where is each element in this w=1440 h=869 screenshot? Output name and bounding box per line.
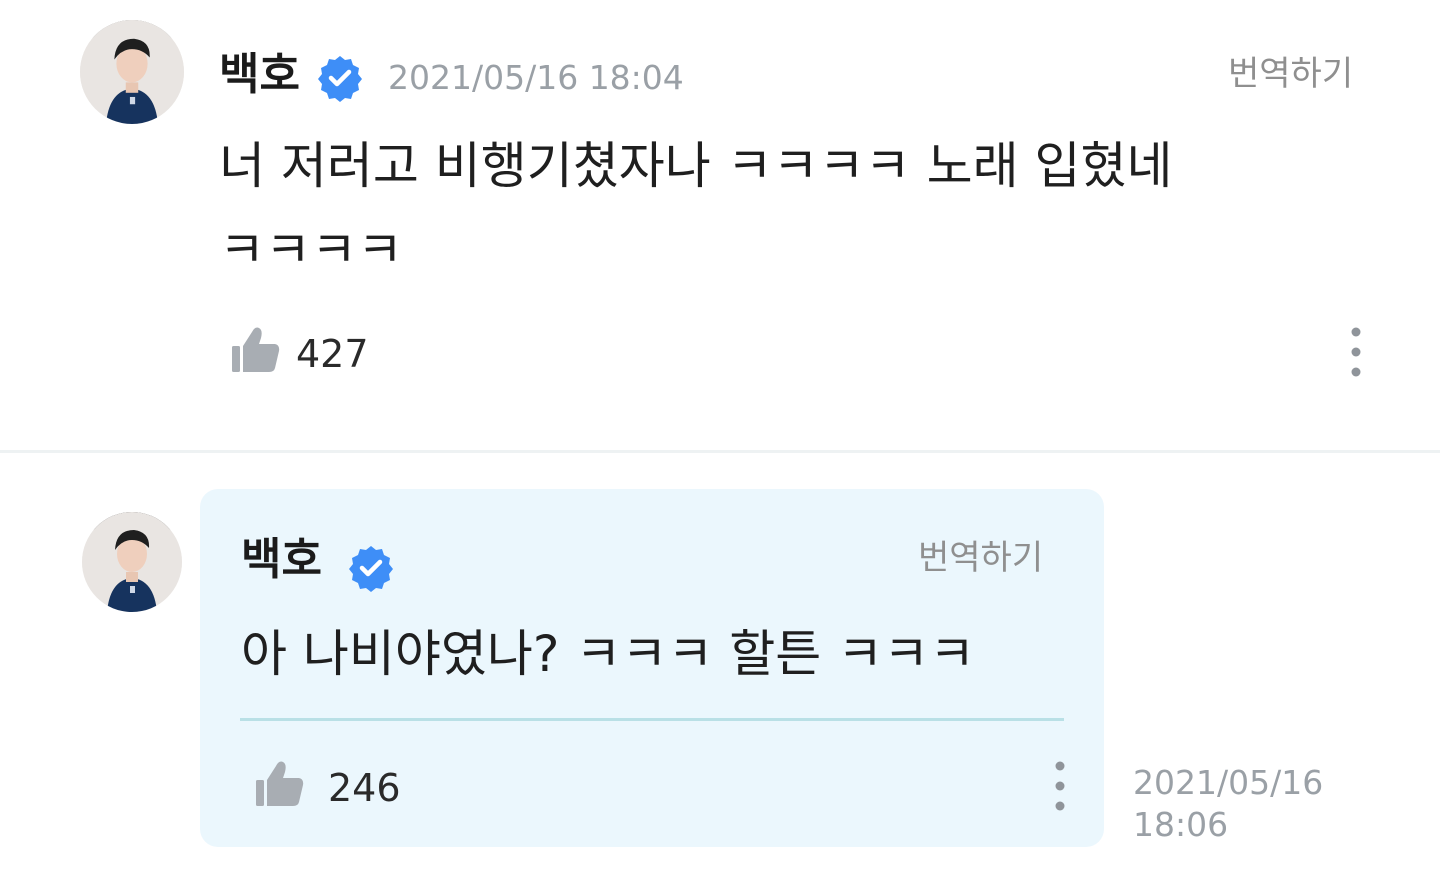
comment: 백호 2021/05/16 18:04 번역하기 너 저러고 비행기쳤자나 ㅋㅋ… [0,0,1440,452]
verified-check-icon [349,546,393,592]
comment-text-line: 너 저러고 비행기쳤자나 ㅋㅋㅋㅋ 노래 입혔네 [219,137,1173,195]
author-name[interactable]: 백호 [241,533,322,587]
avatar[interactable] [80,20,184,124]
comment-thread: 백호 2021/05/16 18:04 번역하기 너 저러고 비행기쳤자나 ㅋㅋ… [0,0,1440,869]
translate-button[interactable]: 번역하기 [1228,54,1353,94]
reply-text: 아 나비야였나? ㅋㅋㅋ 할튼 ㅋㅋㅋ [241,625,976,683]
thumbs-up-icon[interactable] [254,758,306,810]
avatar[interactable] [82,512,182,612]
timestamp: 2021/05/16 18:06 [1133,762,1323,846]
like-count: 246 [328,766,401,810]
timestamp: 2021/05/16 18:04 [388,58,684,97]
timestamp-time: 18:06 [1133,805,1229,844]
comment-text: 너 저러고 비행기쳤자나 ㅋㅋㅋㅋ 노래 입혔네 ㅋㅋㅋㅋ [219,124,1399,292]
thumbs-up-icon[interactable] [230,324,282,376]
like-count: 427 [296,332,369,376]
more-vertical-icon[interactable] [1048,760,1072,812]
author-name[interactable]: 백호 [219,48,300,102]
divider [0,450,1440,453]
verified-check-icon [318,56,362,102]
translate-button[interactable]: 번역하기 [918,538,1043,578]
timestamp-date: 2021/05/16 [1133,763,1324,802]
divider [240,718,1064,721]
more-vertical-icon[interactable] [1344,326,1368,378]
comment-text-line: ㅋㅋㅋㅋ [219,221,403,279]
